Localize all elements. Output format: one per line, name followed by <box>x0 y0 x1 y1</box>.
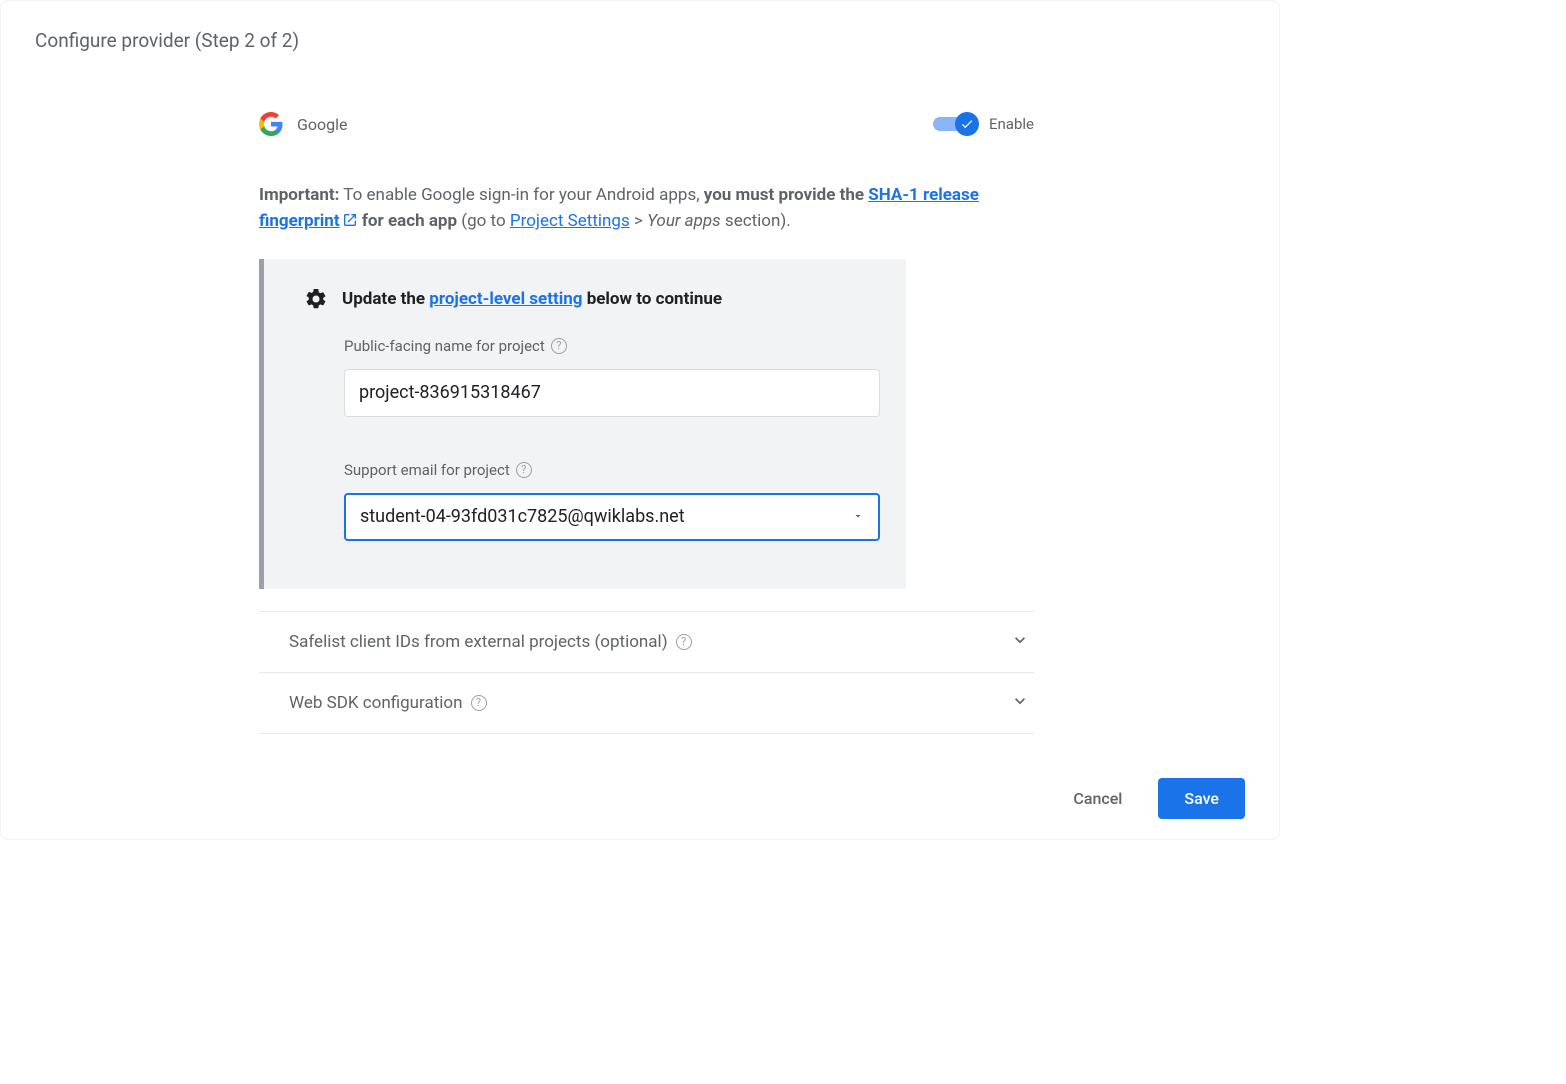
websdk-expander[interactable]: Web SDK configuration ? <box>259 672 1034 734</box>
help-icon[interactable]: ? <box>676 634 692 650</box>
footer-actions: Cancel Save <box>35 778 1245 819</box>
inner-content: Google Enable Important: To enable Googl… <box>259 112 1034 734</box>
enable-toggle[interactable] <box>933 112 979 136</box>
project-name-label: Public-facing name for project ? <box>344 337 866 355</box>
settings-heading: Update the project-level setting below t… <box>304 287 866 311</box>
important-prefix: Important: <box>259 185 339 205</box>
help-icon[interactable]: ? <box>471 695 487 711</box>
provider-name: Google <box>297 115 348 134</box>
checkmark-icon <box>955 112 979 136</box>
gear-icon <box>304 287 328 311</box>
google-logo-icon <box>259 112 283 136</box>
safelist-expander[interactable]: Safelist client IDs from external projec… <box>259 611 1034 672</box>
support-email-label: Support email for project ? <box>344 461 866 479</box>
chevron-down-icon <box>1010 691 1030 715</box>
configure-provider-card: Configure provider (Step 2 of 2) Google <box>0 0 1280 840</box>
important-notice: Important: To enable Google sign-in for … <box>259 182 1034 237</box>
provider-row: Google Enable <box>259 112 1034 136</box>
chevron-down-icon <box>1010 630 1030 654</box>
provider-left: Google <box>259 112 348 136</box>
project-settings-box: Update the project-level setting below t… <box>259 259 906 589</box>
external-link-icon <box>342 210 358 236</box>
enable-toggle-group: Enable <box>933 112 1034 136</box>
support-email-select[interactable]: student-04-93fd031c7825@qwiklabs.net <box>344 493 880 541</box>
enable-label: Enable <box>989 115 1034 133</box>
project-name-field: Public-facing name for project ? <box>344 337 866 417</box>
caret-down-icon <box>852 507 864 526</box>
card-title: Configure provider (Step 2 of 2) <box>35 29 1245 52</box>
support-email-value: student-04-93fd031c7825@qwiklabs.net <box>360 506 685 527</box>
cancel-button[interactable]: Cancel <box>1059 779 1136 818</box>
project-settings-link[interactable]: Project Settings <box>510 211 630 231</box>
help-icon[interactable]: ? <box>516 462 532 478</box>
support-email-field: Support email for project ? student-04-9… <box>344 461 866 541</box>
save-button[interactable]: Save <box>1158 778 1245 819</box>
project-level-setting-link[interactable]: project-level setting <box>429 289 582 309</box>
help-icon[interactable]: ? <box>551 338 567 354</box>
project-name-input[interactable] <box>344 369 880 417</box>
